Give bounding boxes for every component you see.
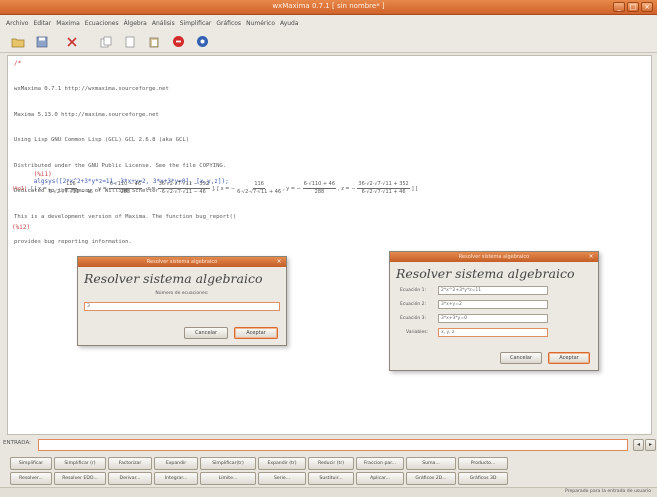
sol1-z: 36·√2·√7·√11 − 352 6·√2·√7·√11 − 46 — [157, 181, 210, 195]
menu-numerico[interactable]: Numérico — [246, 20, 275, 27]
panel-button[interactable]: Simplificar (r) — [54, 457, 106, 470]
minimize-button[interactable]: _ — [613, 2, 625, 12]
panel-button[interactable]: Aplicar... — [356, 472, 404, 485]
equation-2-label: Ecuación 2: — [400, 302, 427, 307]
panel-button[interactable]: Gráficos 3D — [458, 472, 508, 485]
save-icon[interactable] — [34, 34, 50, 50]
worksheet[interactable]: /* wxMaxima 0.7.1 http://wxmaxima.source… — [7, 55, 652, 435]
sol2-y: 6·√110 + 46 288 — [302, 181, 337, 195]
paste-icon[interactable] — [146, 34, 162, 50]
dialog-title: Resolver sistema algebraico × — [390, 252, 598, 262]
maximize-button[interactable]: □ — [627, 2, 639, 12]
panel-button[interactable]: Expandir (tr) — [258, 457, 306, 470]
close-icon[interactable]: × — [587, 253, 595, 261]
cut-icon[interactable] — [64, 34, 80, 50]
dialog-heading: Resolver sistema algebraico — [84, 271, 263, 286]
banner-line: Using Lisp GNU Common Lisp (GCL) GCL 2.6… — [14, 137, 190, 143]
panel-button[interactable]: Sustituir... — [308, 472, 354, 485]
equation-1-label: Ecuación 1: — [400, 288, 427, 293]
panel-button[interactable]: Integrar... — [154, 472, 198, 485]
panel-button[interactable]: Reducir (tr) — [308, 457, 354, 470]
cancel-button[interactable]: Cancelar — [500, 352, 542, 364]
equation-3-label: Ecuación 3: — [400, 316, 427, 321]
dialog-title: Resolver sistema algebraico × — [78, 257, 286, 267]
comment-prompt: /* — [14, 60, 22, 67]
menu-editar[interactable]: Editar — [33, 20, 51, 27]
menu-bar: Archivo Editar Maxima Ecuaciones Álgebra… — [0, 15, 657, 31]
panel-button[interactable]: Simplificar — [10, 457, 52, 470]
status-text: Preparado para la entrada de usuario — [564, 489, 651, 494]
sol2-z: 36·√2·√7·√11 + 352 6·√2·√7·√11 + 46 — [357, 181, 410, 195]
panel-button[interactable]: Límite... — [200, 472, 256, 485]
help-icon[interactable] — [194, 34, 210, 50]
window-title: wxMaxima 0.7.1 [ sin nombre* ] — [272, 2, 385, 10]
menu-ayuda[interactable]: Ayuda — [280, 20, 299, 27]
panel-button[interactable]: Factorizar — [108, 457, 152, 470]
history-back-button[interactable]: ◂ — [633, 439, 644, 451]
cancel-button[interactable]: Cancelar — [184, 327, 228, 339]
panel-button[interactable]: Resolver... — [10, 472, 52, 485]
menu-graficos[interactable]: Gráficos — [216, 20, 241, 27]
sol1-y: 6·√110 − 46 288 — [108, 181, 143, 195]
equation-1-field[interactable]: 2*x^2+3*y*z=11 — [438, 286, 548, 295]
variables-field[interactable]: x, y, z — [438, 328, 548, 337]
status-bar: Preparado para la entrada de usuario — [0, 487, 657, 497]
title-bar: wxMaxima 0.7.1 [ sin nombre* ] _ □ × — [0, 0, 657, 15]
sol2-x: 116 6·√2·√7·√11 + 46 — [237, 181, 282, 195]
menu-analisis[interactable]: Análisis — [152, 20, 175, 27]
panel-button[interactable]: Derivar... — [108, 472, 152, 485]
input-label: ENTRADA: — [3, 440, 31, 446]
input-field[interactable] — [38, 439, 628, 451]
panel-button[interactable]: Suma... — [406, 457, 456, 470]
menu-maxima[interactable]: Maxima — [56, 20, 80, 27]
menu-ecuaciones[interactable]: Ecuaciones — [85, 20, 119, 27]
equations-count-label: Número de ecuaciones: — [155, 291, 209, 296]
input-label-1: (%i1) — [33, 171, 52, 178]
output-cell-1: (%o1) [ [ x = 116 6·√2·√7·√11 − 46 , y = … — [12, 181, 418, 195]
output-label-1: (%o1) — [12, 185, 28, 192]
clear-icon[interactable] — [122, 34, 138, 50]
menu-algebra[interactable]: Álgebra — [124, 20, 147, 27]
sol1-x: 116 6·√2·√7·√11 − 46 — [48, 181, 93, 195]
equation-2-field[interactable]: 3*x+y=2 — [438, 300, 548, 309]
history-forward-button[interactable]: ▸ — [645, 439, 656, 451]
panel-button[interactable]: Producto... — [458, 457, 508, 470]
open-icon[interactable] — [10, 34, 26, 50]
copy-icon[interactable] — [98, 34, 114, 50]
dialog-number-of-equations: Resolver sistema algebraico × Resolver s… — [77, 256, 287, 346]
close-icon[interactable]: × — [275, 258, 283, 266]
accept-button[interactable]: Aceptar — [234, 327, 278, 339]
button-panel: Simplificar Simplificar (r) Factorizar E… — [0, 455, 657, 487]
panel-button[interactable]: Resolver EDO... — [54, 472, 106, 485]
equation-3-field[interactable]: 3*x+3*y=0 — [438, 314, 548, 323]
banner-line: Maxima 5.13.0 http://maxima.sourceforge.… — [14, 111, 159, 118]
banner-line: This is a development version of Maxima.… — [14, 213, 237, 220]
input-label-2[interactable]: (%i2) — [12, 224, 30, 231]
wxmaxima-window: wxMaxima 0.7.1 [ sin nombre* ] _ □ × Arc… — [0, 0, 657, 497]
panel-button[interactable]: Simplificar(tr) — [200, 457, 256, 470]
stop-icon[interactable] — [170, 34, 186, 50]
panel-button[interactable]: Gráficos 2D... — [406, 472, 456, 485]
banner-line: wxMaxima 0.7.1 http://wxmaxima.sourcefor… — [14, 86, 169, 92]
toolbar — [0, 31, 657, 53]
panel-button[interactable]: Serie... — [258, 472, 306, 485]
close-window-button[interactable]: × — [641, 2, 653, 12]
panel-button[interactable]: Fraccion par... — [356, 457, 404, 470]
banner-line: provides bug reporting information. — [14, 239, 132, 245]
variables-label: Variables: — [406, 330, 429, 335]
dialog-heading: Resolver sistema algebraico — [396, 266, 575, 281]
menu-archivo[interactable]: Archivo — [6, 20, 28, 27]
accept-button[interactable]: Aceptar — [548, 352, 590, 364]
equations-count-field[interactable]: 3 — [84, 302, 280, 311]
input-bar: ENTRADA: ◂ ▸ — [0, 437, 657, 453]
menu-simplificar[interactable]: Simplificar — [180, 20, 212, 27]
dialog-solve-algebraic-system: Resolver sistema algebraico × Resolver s… — [389, 251, 599, 371]
panel-button[interactable]: Expandir — [154, 457, 198, 470]
